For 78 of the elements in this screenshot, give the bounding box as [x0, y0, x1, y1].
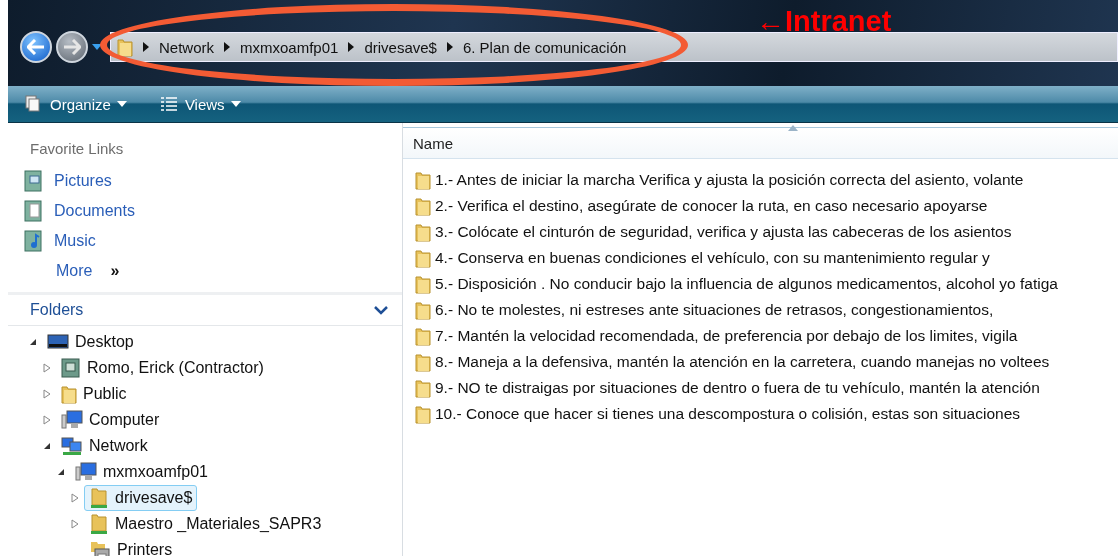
left-arrow-icon	[27, 39, 45, 55]
back-button[interactable]	[20, 31, 52, 63]
breadcrumb-item[interactable]: 6. Plan de comunicación	[462, 38, 627, 56]
collapsed-triangle-icon[interactable]	[43, 389, 51, 399]
tree-item[interactable]: Maestro _Materiales_SAPR3	[84, 511, 327, 537]
documents-icon	[24, 200, 42, 222]
column-header[interactable]: Name	[413, 134, 453, 152]
folder-icon	[61, 384, 77, 404]
sort-caret-icon	[788, 125, 798, 131]
tree-item[interactable]: Computer	[56, 408, 165, 432]
folder-icon	[415, 300, 431, 320]
folder-icon	[117, 37, 133, 57]
expanded-triangle-icon[interactable]	[57, 468, 65, 476]
caret-icon	[116, 101, 127, 107]
collapsed-triangle-icon[interactable]	[43, 415, 51, 425]
folder-icon	[415, 352, 431, 372]
folder-icon	[415, 326, 431, 346]
chevron-right-icon[interactable]	[224, 42, 230, 52]
folder-name[interactable]: 10.- Conoce que hacer si tienes una descompostura o colisión, estas son situaciones	[435, 405, 1021, 423]
favorite-link[interactable]: Pictures	[54, 172, 112, 190]
folder-icon	[415, 222, 431, 242]
folder-name[interactable]: 2.- Verifica el destino, asegúrate de conocer la ruta, en caso necesario apoyarse	[435, 197, 988, 215]
folder-icon	[415, 170, 431, 190]
folder-name[interactable]: 8.- Maneja a la defensiva, mantén la atención en la carretera, cuando manejas no voltees	[435, 353, 1050, 371]
folder-icon	[415, 196, 431, 216]
chevron-right-icon[interactable]	[143, 42, 149, 52]
folder-icon	[415, 378, 431, 398]
chevron-right-icon[interactable]	[446, 42, 453, 52]
views-button[interactable]: Views	[154, 93, 245, 115]
folder-name[interactable]: 5.- Disposición . No conducir bajo la influencia de algunos medicamentos, alcohol yo fatiga	[435, 275, 1058, 293]
section-heading: Favorite Links	[29, 139, 125, 159]
folder-name[interactable]: 9.- NO te distraigas por situaciones de dentro o fuera de tu vehículo, mantén la atención	[435, 379, 1040, 397]
tree-item[interactable]: mxmxoamfp01	[70, 460, 213, 484]
tree-item[interactable]: Network	[56, 434, 153, 458]
address-bar[interactable]: Network mxmxoamfp01 drivesave$ 6. Plan de comunicación	[110, 32, 1118, 62]
tree-item[interactable]: Public	[56, 382, 132, 406]
double-chevron[interactable]: »	[110, 262, 120, 280]
tree-item[interactable]: drivesave$	[84, 485, 198, 511]
expanded-triangle-icon[interactable]	[29, 338, 37, 346]
right-arrow-icon	[63, 39, 81, 55]
shared-folder-icon	[89, 487, 109, 509]
computer-icon	[75, 462, 97, 482]
shared-folder-icon	[89, 513, 109, 535]
expanded-triangle-icon[interactable]	[43, 442, 51, 450]
tree-item[interactable]: Romo, Erick (Contractor)	[56, 356, 269, 380]
desktop-icon	[47, 333, 69, 351]
computer-icon	[61, 410, 83, 430]
contact-icon	[61, 358, 81, 378]
folder-name[interactable]: 7.- Mantén la velocidad recomendada, de preferencia por debajo de los limites, vigila	[435, 327, 1018, 345]
folder-name[interactable]: 1.- Antes de iniciar la marcha Verifica y ajusta la posición correcta del asiento, volante	[435, 171, 1024, 189]
folder-icon	[415, 274, 431, 294]
pictures-icon	[24, 170, 42, 192]
folder-icon	[415, 248, 431, 268]
dropdown-caret-icon[interactable]	[92, 44, 102, 50]
collapsed-triangle-icon[interactable]	[71, 519, 79, 529]
music-icon	[24, 230, 42, 252]
caret-icon	[230, 101, 241, 107]
collapsed-triangle-icon[interactable]	[71, 493, 79, 503]
forward-button[interactable]	[56, 31, 88, 63]
folder-name[interactable]: 3.- Colócate el cinturón de seguridad, verifica y ajusta las cabeceras de los asientos	[435, 223, 1012, 241]
collapsed-triangle-icon[interactable]	[43, 363, 51, 373]
section-heading: Folders	[30, 301, 84, 319]
organize-button[interactable]: Organize	[20, 92, 131, 116]
favorite-link[interactable]: Documents	[54, 202, 135, 220]
folder-name[interactable]: 4.- Conserva en buenas condiciones el vehículo, con su mantenimiento regular y	[435, 249, 990, 267]
breadcrumb-item[interactable]: mxmxoamfp01	[240, 38, 339, 56]
folder-name[interactable]: 6.- No te molestes, ni estreses ante situaciones de retrasos, congestionamientos,	[435, 301, 994, 319]
breadcrumb-item[interactable]: Network	[159, 38, 214, 56]
tree-item[interactable]: Printers	[84, 538, 178, 556]
network-icon	[61, 436, 83, 456]
more-link[interactable]: More	[56, 262, 93, 280]
chevron-right-icon[interactable]	[348, 42, 355, 52]
views-icon	[158, 95, 179, 113]
tree-item[interactable]: Desktop	[42, 331, 139, 353]
breadcrumb-item[interactable]: drivesave$	[364, 38, 437, 56]
folder-icon	[415, 404, 431, 424]
chevron-down-icon[interactable]	[374, 305, 388, 315]
favorite-link[interactable]: Music	[54, 232, 96, 250]
